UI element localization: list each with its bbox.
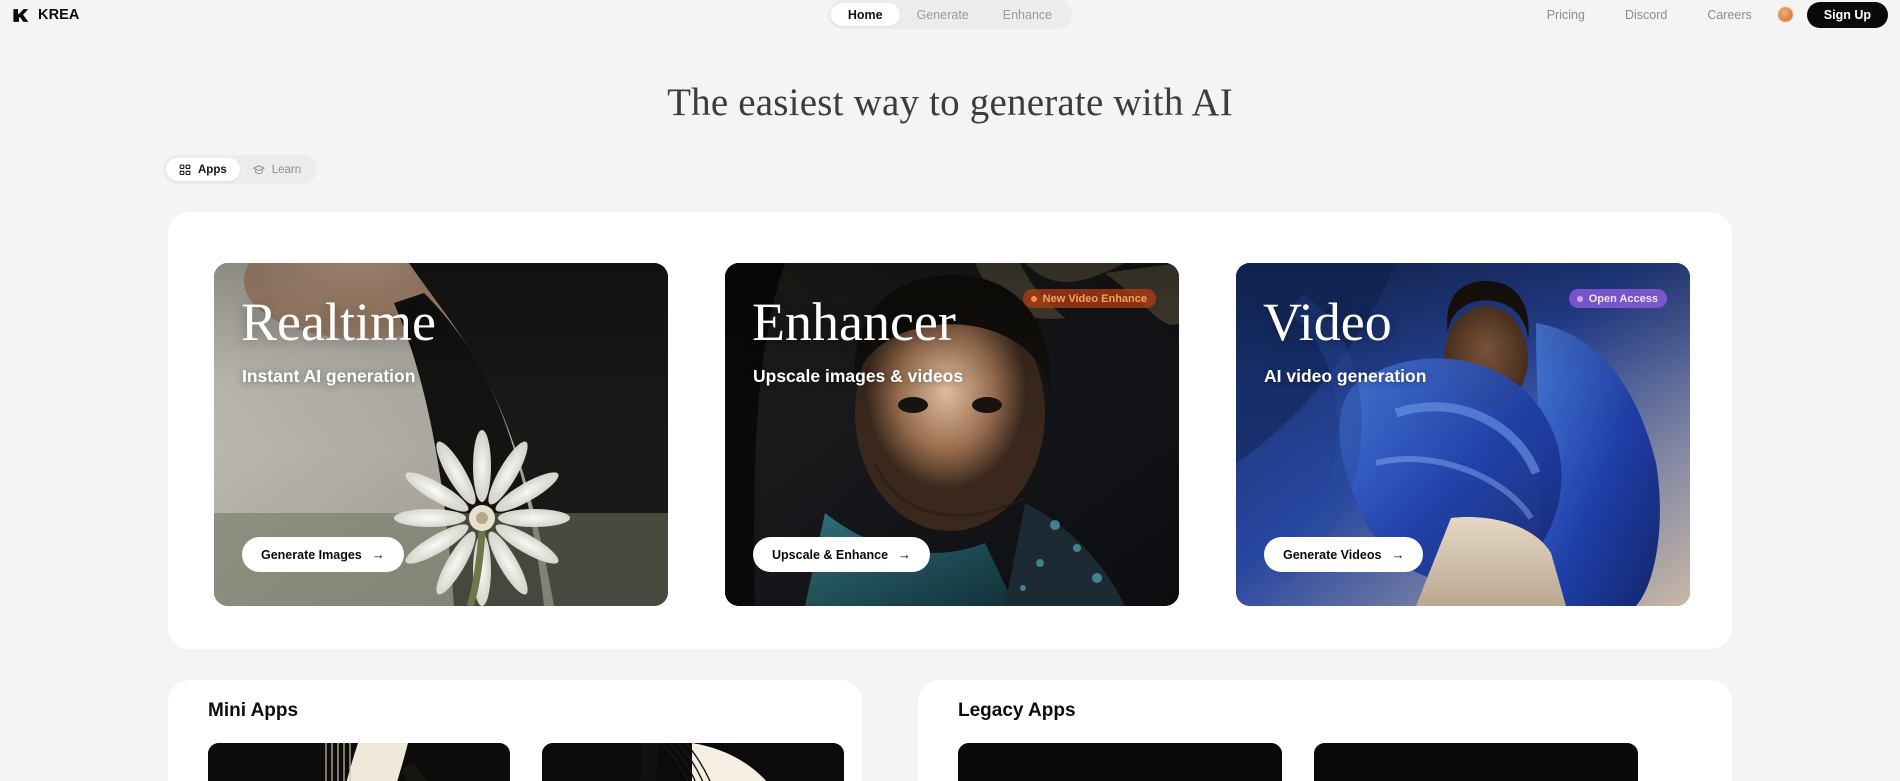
page-root: KREA Home Generate Enhance Pricing Disco… [0,0,1900,781]
primary-nav: Home Generate Enhance [827,0,1073,29]
tab-apps[interactable]: Apps [166,158,240,181]
badge-label: Open Access [1588,292,1658,305]
badge-dot-icon [1576,295,1583,302]
cta-label: Upscale & Enhance [772,547,889,562]
feature-card-title: Video [1263,292,1392,352]
feature-card-subtitle: Upscale images & videos [753,366,964,386]
badge-label: New Video Enhance [1042,292,1147,305]
mini-apps-thumbnails [208,743,844,781]
mini-app-image [208,743,510,781]
arrow-right-icon: → [898,547,912,562]
legacy-app-image [958,743,1282,781]
legacy-app-image [1314,743,1638,781]
apps-learn-toggle: Apps Learn [163,155,318,184]
feature-card-title: Enhancer [752,292,956,352]
feature-card-realtime[interactable]: Realtime Instant AI generation Generate … [214,263,668,606]
featured-apps-panel: Realtime Instant AI generation Generate … [168,212,1732,649]
brand-name: KREA [38,7,80,23]
nav-link-discord[interactable]: Discord [1605,8,1687,22]
top-navbar: KREA Home Generate Enhance Pricing Disco… [0,0,1900,30]
graduation-cap-icon [253,164,265,174]
feature-card-list: Realtime Instant AI generation Generate … [214,263,1690,606]
arrow-right-icon: → [371,547,385,562]
badge-dot-icon [1030,295,1037,302]
arrow-right-icon: → [1391,547,1405,562]
nav-item-generate[interactable]: Generate [900,3,986,26]
feature-card-enhancer[interactable]: New Video Enhance Enhancer Upscale image… [725,263,1179,606]
legacy-apps-title: Legacy Apps [958,700,1076,721]
nav-link-pricing[interactable]: Pricing [1527,8,1605,22]
feature-card-video[interactable]: Open Access Video AI video generation Ge… [1236,263,1690,606]
generate-images-button[interactable]: Generate Images → [242,537,404,572]
nav-item-enhance[interactable]: Enhance [986,3,1069,26]
mini-app-thumbnail[interactable] [208,743,510,781]
mini-app-image [542,743,844,781]
nav-right-group: Pricing Discord Careers Sign Up [1527,0,1888,29]
legacy-app-thumbnail[interactable] [958,743,1282,781]
status-badge: New Video Enhance [1022,289,1156,308]
brand-logo[interactable]: KREA [12,2,80,28]
mini-app-thumbnail[interactable] [542,743,844,781]
legacy-apps-thumbnails [958,743,1638,781]
avatar[interactable] [1777,7,1793,22]
mini-apps-panel: Mini Apps [168,680,862,781]
tab-learn-label: Learn [271,163,302,176]
feature-card-subtitle: Instant AI generation [242,366,416,386]
feature-card-subtitle: AI video generation [1264,366,1427,386]
cta-label: Generate Images [261,547,362,562]
sign-up-button[interactable]: Sign Up [1806,1,1888,28]
cta-label: Generate Videos [1283,547,1382,562]
legacy-app-thumbnail[interactable] [1314,743,1638,781]
krea-logo-icon [13,8,29,22]
generate-videos-button[interactable]: Generate Videos → [1264,537,1424,572]
tab-learn[interactable]: Learn [240,158,314,181]
grid-icon [179,164,191,175]
bottom-sections: Mini Apps Legacy Apps [168,680,1732,781]
nav-link-careers[interactable]: Careers [1687,8,1771,22]
legacy-apps-panel: Legacy Apps [918,680,1732,781]
mini-apps-title: Mini Apps [208,700,299,721]
page-title: The easiest way to generate with AI [667,81,1233,124]
upscale-enhance-button[interactable]: Upscale & Enhance → [753,537,931,572]
tab-apps-label: Apps [198,163,227,176]
nav-item-home[interactable]: Home [830,3,900,26]
feature-card-title: Realtime [241,292,436,352]
status-badge: Open Access [1568,289,1667,308]
